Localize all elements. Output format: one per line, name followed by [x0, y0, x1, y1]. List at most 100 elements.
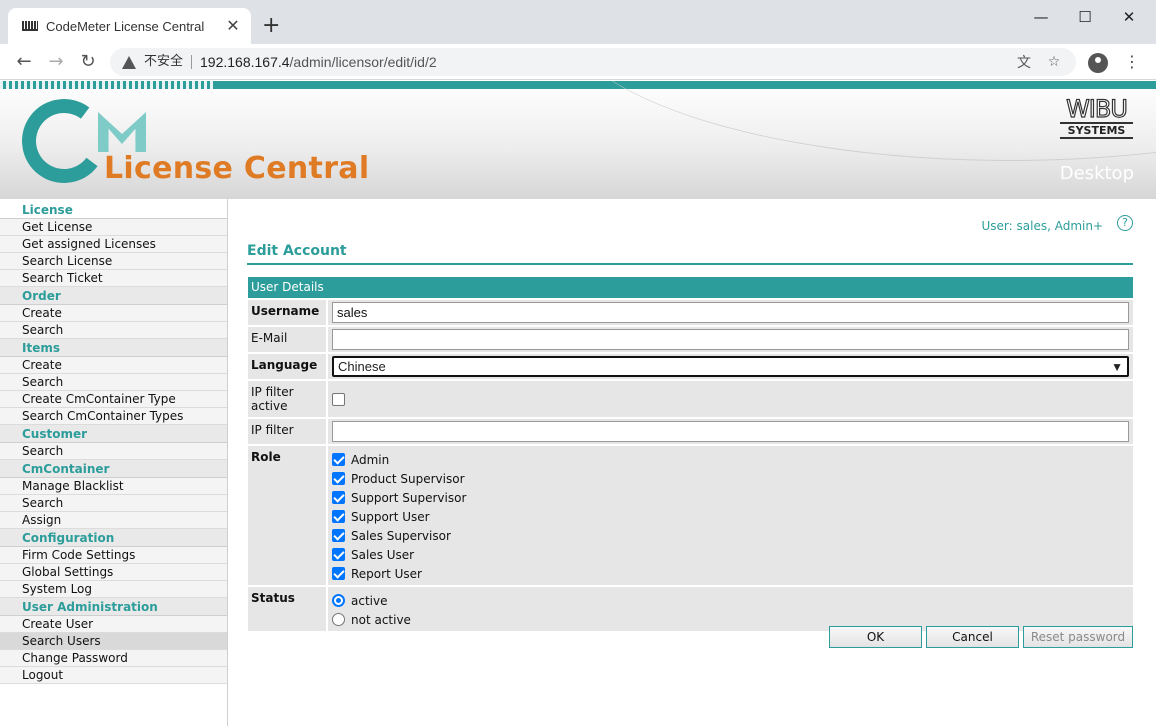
new-tab-button[interactable]: + [262, 15, 280, 37]
ipfilter-active-label: IP filter active [248, 381, 328, 417]
forward-button[interactable]: → [44, 50, 68, 74]
wibu-logo-top: WIBU [1065, 95, 1128, 123]
email-input[interactable] [332, 329, 1129, 350]
ipfilter-input[interactable] [332, 421, 1129, 442]
sidebar-item-get-license[interactable]: Get License [0, 219, 227, 236]
url-text[interactable]: 192.168.167.4/admin/licensor/edit/id/2 [200, 54, 1004, 70]
role-option[interactable]: Sales User [332, 545, 466, 564]
brand-title: License Central [104, 151, 370, 186]
sidebar-item-logout[interactable]: Logout [0, 667, 227, 684]
url-path: /admin/licensor/edit/id/2 [289, 54, 437, 70]
wibu-logo-bottom: SYSTEMS [1060, 122, 1133, 139]
status-option-label: not active [351, 612, 411, 627]
cancel-button[interactable]: Cancel [926, 626, 1019, 648]
role-option[interactable]: Sales Supervisor [332, 526, 466, 545]
url-host: 192.168.167.4 [200, 54, 290, 70]
role-option[interactable]: Admin [332, 450, 466, 469]
page-header: License Central WIBU SYSTEMS Desktop [0, 81, 1156, 199]
role-option[interactable]: Report User [332, 564, 466, 583]
window-minimize-button[interactable]: — [1018, 4, 1064, 30]
sidebar-section-user-administration: User Administration [0, 598, 227, 616]
role-option[interactable]: Support Supervisor [332, 488, 466, 507]
role-option-label: Admin [351, 452, 390, 467]
bookmark-star-icon[interactable]: ☆ [1044, 54, 1064, 70]
sidebar-section-configuration: Configuration [0, 529, 227, 547]
status-radio-not-active[interactable] [332, 613, 345, 626]
address-bar[interactable]: 不安全 192.168.167.4/admin/licensor/edit/id… [110, 48, 1076, 76]
ok-button[interactable]: OK [829, 626, 922, 648]
username-input[interactable]: sales [332, 302, 1129, 323]
help-icon[interactable]: ? [1117, 215, 1133, 231]
role-row: Role Admin Product Supervisor Support Su… [248, 444, 1133, 585]
role-checkbox-sales-supervisor[interactable] [332, 529, 345, 542]
ipfilter-active-checkbox[interactable] [332, 392, 345, 406]
status-option[interactable]: active [332, 591, 411, 610]
sidebar-item-search-cmcontainer-types[interactable]: Search CmContainer Types [0, 408, 227, 425]
chevron-down-icon: ▼ [1111, 360, 1123, 374]
sidebar-item-cmcontainer-search[interactable]: Search [0, 495, 227, 512]
reset-password-button[interactable]: Reset password [1023, 626, 1133, 648]
sidebar-item-items-create[interactable]: Create [0, 357, 227, 374]
translate-icon[interactable]: 文 [1014, 52, 1034, 72]
sidebar-item-items-search[interactable]: Search [0, 374, 227, 391]
sidebar-item-firm-code-settings[interactable]: Firm Code Settings [0, 547, 227, 564]
role-option[interactable]: Support User [332, 507, 466, 526]
sidebar-item-search-ticket[interactable]: Search Ticket [0, 270, 227, 287]
sidebar-item-global-settings[interactable]: Global Settings [0, 564, 227, 581]
tab-title: CodeMeter License Central [46, 18, 205, 34]
role-checkbox-report-user[interactable] [332, 567, 345, 580]
section-header: User Details [248, 277, 1133, 298]
site-favicon-icon [22, 21, 38, 31]
browser-menu-icon[interactable]: ⋮ [1124, 52, 1140, 72]
window-maximize-button[interactable]: ☐ [1062, 4, 1108, 30]
sidebar-item-order-search[interactable]: Search [0, 322, 227, 339]
role-checkbox-support-user[interactable] [332, 510, 345, 523]
browser-tab[interactable]: CodeMeter License Central ✕ [8, 8, 251, 44]
sidebar-item-customer-search[interactable]: Search [0, 443, 227, 460]
sidebar-item-order-create[interactable]: Create [0, 305, 227, 322]
wibu-systems-logo: WIBU SYSTEMS [1060, 95, 1133, 139]
status-option[interactable]: not active [332, 610, 411, 629]
sidebar-item-manage-blacklist[interactable]: Manage Blacklist [0, 478, 227, 495]
sidebar-item-search-users[interactable]: Search Users [0, 633, 227, 650]
language-select[interactable]: Chinese ▼ [332, 356, 1129, 377]
current-user-info: User: sales, Admin+ [981, 219, 1104, 233]
role-label: Role [248, 446, 328, 585]
back-button[interactable]: ← [12, 50, 36, 74]
sidebar-item-assign[interactable]: Assign [0, 512, 227, 529]
role-checkbox-support-supervisor[interactable] [332, 491, 345, 504]
sidebar-section-cmcontainer: CmContainer [0, 460, 227, 478]
form-buttons: OK Cancel Reset password [829, 626, 1134, 648]
header-stripe-pattern [0, 81, 214, 89]
sidebar-item-system-log[interactable]: System Log [0, 581, 227, 598]
role-checkbox-product-supervisor[interactable] [332, 472, 345, 485]
sidebar-item-search-license[interactable]: Search License [0, 253, 227, 270]
warning-icon[interactable] [122, 55, 136, 69]
ipfilter-active-row: IP filter active [248, 379, 1133, 417]
insecure-label[interactable]: 不安全 [144, 55, 193, 69]
sidebar-section-order: Order [0, 287, 227, 305]
status-label: Status [248, 587, 328, 631]
profile-avatar-icon[interactable] [1088, 53, 1108, 73]
ipfilter-label: IP filter [248, 419, 328, 444]
email-row: E-Mail [248, 325, 1133, 352]
ipfilter-row: IP filter [248, 417, 1133, 444]
role-checkbox-list: Admin Product Supervisor Support Supervi… [328, 446, 466, 585]
status-radio-active[interactable] [332, 594, 345, 607]
language-row: Language Chinese ▼ [248, 352, 1133, 379]
reload-button[interactable]: ↻ [76, 50, 100, 74]
tab-close-icon[interactable]: ✕ [225, 18, 241, 34]
window-close-button[interactable]: ✕ [1106, 4, 1152, 30]
sidebar-item-change-password[interactable]: Change Password [0, 650, 227, 667]
role-checkbox-sales-user[interactable] [332, 548, 345, 561]
sidebar-item-get-assigned-licenses[interactable]: Get assigned Licenses [0, 236, 227, 253]
cm-logo-c-icon [16, 93, 112, 189]
cm-logo-m-icon [98, 112, 146, 152]
role-option-label: Support User [351, 509, 430, 524]
role-option-label: Sales Supervisor [351, 528, 451, 543]
role-checkbox-admin[interactable] [332, 453, 345, 466]
sidebar-item-create-user[interactable]: Create User [0, 616, 227, 633]
role-option[interactable]: Product Supervisor [332, 469, 466, 488]
sidebar-item-create-cmcontainer-type[interactable]: Create CmContainer Type [0, 391, 227, 408]
role-option-label: Report User [351, 566, 422, 581]
